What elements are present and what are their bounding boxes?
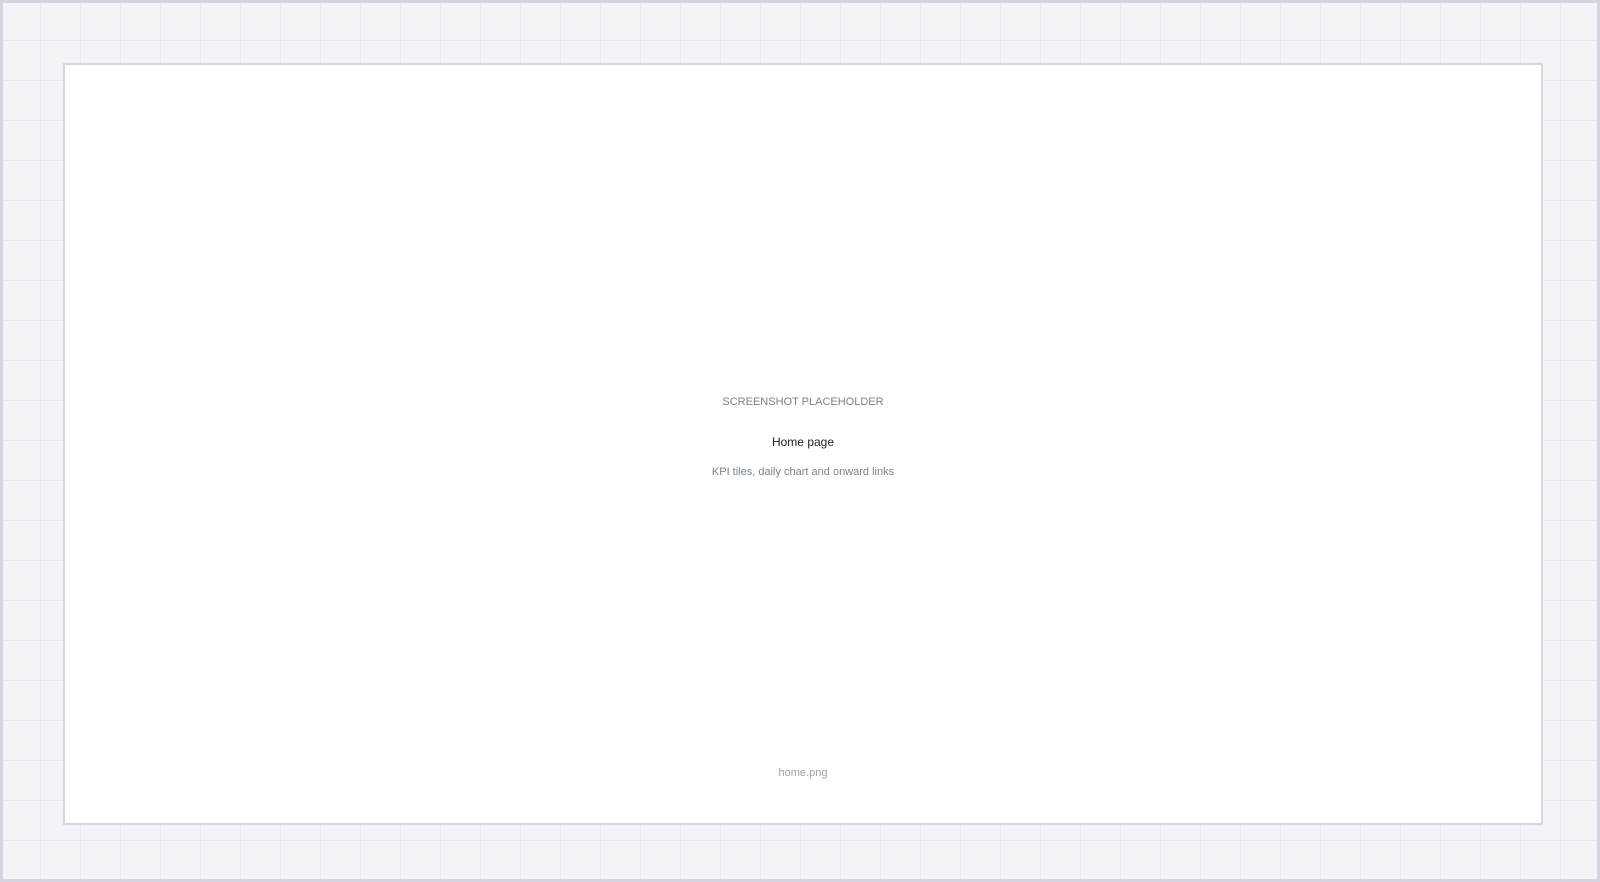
- placeholder-description: KPI tiles, daily chart and onward links: [711, 466, 895, 478]
- placeholder-filename: home.png: [778, 767, 828, 779]
- screenshot-placeholder-frame: SCREENSHOT PLACEHOLDER Home page KPI til…: [63, 63, 1543, 825]
- placeholder-eyebrow: SCREENSHOT PLACEHOLDER: [722, 396, 884, 408]
- placeholder-caption: SCREENSHOT PLACEHOLDER Home page KPI til…: [65, 395, 1541, 479]
- placeholder-title: Home page: [771, 435, 835, 449]
